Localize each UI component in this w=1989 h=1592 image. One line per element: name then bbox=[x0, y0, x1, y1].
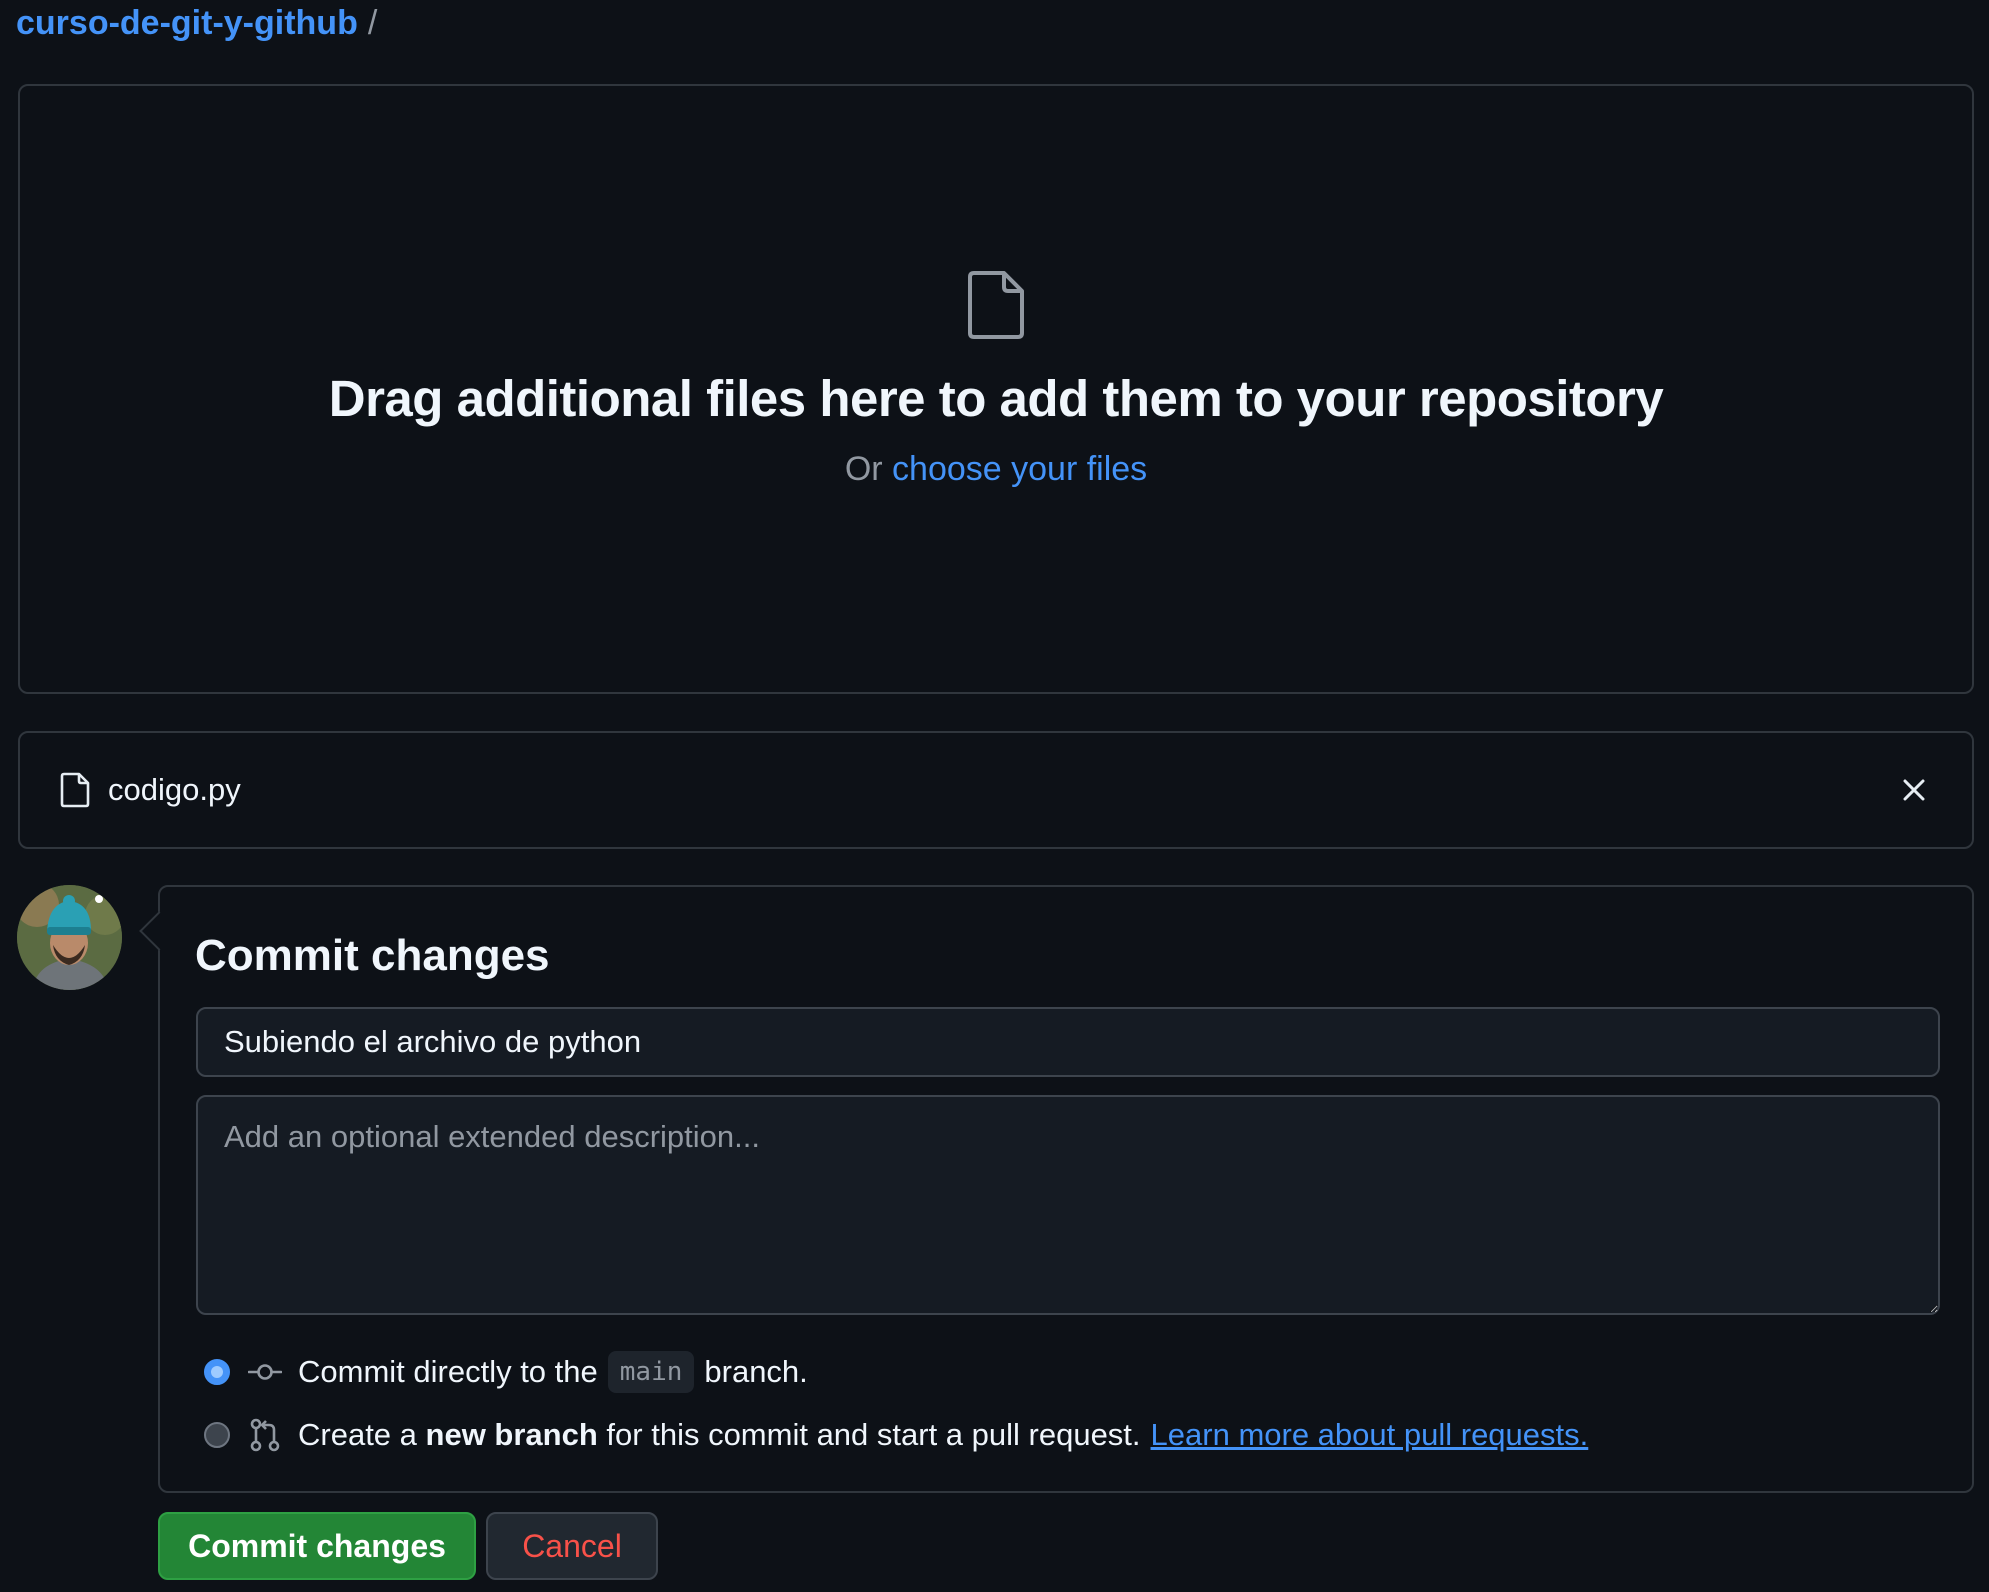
commit-form: Commit changes Commit directly to the ma… bbox=[158, 885, 1974, 1493]
drop-zone-title: Drag additional files here to add them t… bbox=[328, 370, 1664, 427]
drop-zone-prefix: Or bbox=[844, 450, 883, 488]
commit-direct-option[interactable]: Commit directly to the main branch. bbox=[204, 1347, 808, 1397]
branch-name-badge: main bbox=[607, 1351, 695, 1393]
git-pull-request-icon bbox=[250, 1418, 280, 1452]
close-icon bbox=[1903, 779, 1925, 801]
new-branch-option[interactable]: Create a new branch for this commit and … bbox=[204, 1410, 1588, 1460]
commit-form-title: Commit changes bbox=[195, 931, 550, 980]
drop-zone-subtitle: Or choose your files bbox=[845, 450, 1147, 489]
breadcrumb: curso-de-git-y-github / bbox=[16, 0, 377, 46]
uploaded-file-name: codigo.py bbox=[108, 772, 241, 807]
new-branch-text-before: Create a bbox=[298, 1417, 417, 1452]
uploaded-file-row: codigo.py bbox=[18, 731, 1974, 849]
breadcrumb-repo-link[interactable]: curso-de-git-y-github bbox=[16, 4, 358, 43]
upload-files-page: curso-de-git-y-github / Drag additional … bbox=[0, 0, 1989, 1592]
commit-description-input[interactable] bbox=[196, 1095, 1940, 1315]
new-branch-radio[interactable] bbox=[204, 1422, 230, 1448]
new-branch-bold-text: new branch bbox=[425, 1417, 598, 1452]
cancel-button[interactable]: Cancel bbox=[486, 1512, 658, 1580]
avatar-image bbox=[17, 885, 122, 990]
file-drop-zone[interactable]: Drag additional files here to add them t… bbox=[18, 84, 1974, 694]
new-branch-text-after: for this commit and start a pull request… bbox=[606, 1417, 1141, 1452]
learn-more-pull-requests-link[interactable]: Learn more about pull requests. bbox=[1151, 1417, 1589, 1453]
choose-files-link[interactable]: choose your files bbox=[892, 450, 1147, 488]
commit-direct-text-before: Commit directly to the bbox=[298, 1354, 598, 1389]
file-icon bbox=[60, 772, 90, 808]
commit-direct-text-after: branch. bbox=[704, 1354, 808, 1389]
breadcrumb-separator: / bbox=[367, 3, 378, 42]
commit-direct-radio[interactable] bbox=[204, 1359, 230, 1385]
file-icon bbox=[968, 271, 1024, 339]
git-commit-icon bbox=[248, 1364, 282, 1380]
commit-summary-input[interactable] bbox=[196, 1007, 1940, 1077]
avatar bbox=[17, 885, 122, 990]
remove-file-button[interactable] bbox=[1894, 770, 1934, 810]
commit-changes-button[interactable]: Commit changes bbox=[158, 1512, 476, 1580]
